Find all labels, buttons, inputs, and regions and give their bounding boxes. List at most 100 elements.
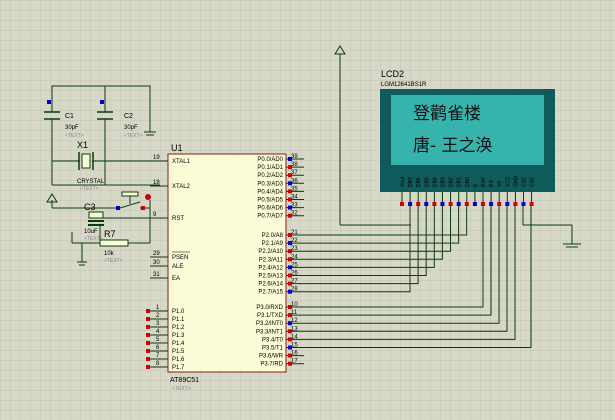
svg-text:P0.1/AD1: P0.1/AD1 [257,165,283,171]
svg-text:P0.2/AD2: P0.2/AD2 [257,173,283,179]
svg-text:CS2: CS2 [522,177,528,187]
svg-text:DB3: DB3 [441,177,447,187]
svg-text:37: 37 [291,170,298,176]
lcd-line1: 登鹳雀楼 [413,104,481,124]
svg-text:P3.7/RD: P3.7/RD [260,362,283,368]
schematic-canvas[interactable]: C1 30pF <TEXT> C2 30pF <TEXT> X1 CRYSTAL… [0,0,615,420]
svg-text:30: 30 [153,260,160,266]
svg-text:13: 13 [291,326,298,332]
svg-text:P0.7/AD7: P0.7/AD7 [257,214,283,220]
c1-value: 30pF [65,125,79,131]
svg-text:P2.3/A11: P2.3/A11 [259,257,284,263]
svg-text:P3.1/TXD: P3.1/TXD [257,313,284,319]
svg-text:23: 23 [291,246,298,252]
svg-text:P1.0: P1.0 [172,309,185,315]
svg-text:P0.6/AD6: P0.6/AD6 [257,206,283,212]
svg-text:VCC: VCC [505,176,511,187]
svg-text:P2.0/A8: P2.0/A8 [262,233,284,239]
svg-text:36: 36 [291,178,298,184]
r7-tag: <TEXT> [104,258,123,264]
lcd-module[interactable]: LCD2 LGM12641BS1R 登鹳雀楼 唐- 王之涣 Vout DB7 DB6… [380,69,555,206]
svg-text:DB0: DB0 [465,177,471,187]
lcd-line2: 唐- 王之涣 [413,135,493,156]
svg-text:DB6: DB6 [416,177,422,187]
svg-text:R/W: R/W [481,177,487,187]
svg-text:35: 35 [291,186,298,192]
svg-text:P1.2: P1.2 [172,325,185,331]
svg-text:EA: EA [172,276,180,282]
svg-text:Vout: Vout [400,176,406,187]
svg-text:38: 38 [291,162,298,168]
c3-value: 10uF [84,229,98,235]
svg-text:DB2: DB2 [449,177,455,187]
mcu-at89c51[interactable]: U1 19XTAL118XTAL29RST29PSEN30ALE31EA1P1.… [146,143,304,392]
svg-text:P2.2/A10: P2.2/A10 [258,249,283,255]
svg-text:GND: GND [513,176,519,188]
svg-text:33: 33 [291,203,298,209]
svg-text:31: 31 [153,272,160,278]
svg-text:15: 15 [291,343,298,349]
svg-text:22: 22 [291,238,298,244]
x1-ref: X1 [77,140,88,150]
svg-text:DB5: DB5 [424,177,430,187]
svg-text:P1.7: P1.7 [172,365,185,371]
svg-text:V0: V0 [497,181,503,187]
mcu-part: AT89C51 [170,377,199,384]
svg-text:27: 27 [291,279,298,285]
svg-text:ALE: ALE [172,264,183,270]
svg-text:26: 26 [291,271,298,277]
lcd-ref: LCD2 [381,69,404,79]
svg-text:PSEN: PSEN [172,255,188,261]
svg-text:P3.0/RXD: P3.0/RXD [256,305,283,311]
c2-tag: <TEXT> [124,133,143,139]
svg-text:P3.6/WR: P3.6/WR [259,354,284,360]
svg-text:P1.1: P1.1 [172,317,185,323]
svg-text:P3.5/T1: P3.5/T1 [262,346,284,352]
svg-text:RST: RST [172,216,184,222]
mcu-tag: <TEXT> [172,386,191,392]
svg-text:P1.4: P1.4 [172,341,185,347]
svg-text:CS1: CS1 [530,177,536,187]
svg-text:P1.3: P1.3 [172,333,185,339]
svg-text:11: 11 [291,310,298,316]
svg-text:P0.4/AD4: P0.4/AD4 [257,189,283,195]
x1-tag: <TEXT> [80,186,99,192]
svg-text:P0.3/AD3: P0.3/AD3 [257,181,283,187]
c2-value: 30pF [124,125,138,131]
svg-text:24: 24 [291,254,298,260]
c3-ref: C3 [84,202,96,212]
svg-text:32: 32 [291,211,298,217]
svg-text:18: 18 [153,180,160,186]
r7-value: 10k [104,251,115,257]
svg-text:P1.5: P1.5 [172,349,185,355]
svg-text:25: 25 [291,262,298,268]
c1-ref: C1 [65,113,74,120]
svg-text:19: 19 [153,155,160,161]
r7-ref: R7 [104,229,116,239]
svg-text:P2.4/A12: P2.4/A12 [258,265,283,271]
svg-text:P3.4/T0: P3.4/T0 [262,337,284,343]
svg-text:10: 10 [291,302,298,308]
svg-text:P0.5/AD5: P0.5/AD5 [257,198,283,204]
svg-text:P3.3/INT1: P3.3/INT1 [256,329,284,335]
x1-value: CRYSTAL [77,179,105,185]
svg-text:12: 12 [291,318,298,324]
lcd-part: LGM12641BS1R [381,82,427,88]
svg-text:21: 21 [291,230,298,236]
svg-text:DB4: DB4 [432,177,438,187]
svg-text:P0.0/AD0: P0.0/AD0 [257,157,283,163]
svg-text:28: 28 [291,287,298,293]
mcu-ref: U1 [171,143,183,153]
svg-text:DB7: DB7 [408,177,414,187]
svg-text:39: 39 [291,154,298,160]
svg-text:14: 14 [291,334,298,340]
svg-text:DB1: DB1 [457,177,463,187]
svg-text:P2.5/A13: P2.5/A13 [258,274,283,280]
svg-text:XTAL1: XTAL1 [172,159,191,165]
svg-text:34: 34 [291,195,298,201]
svg-text:16: 16 [291,351,298,357]
svg-text:P2.6/A14: P2.6/A14 [258,282,283,288]
svg-text:P3.2/INT0: P3.2/INT0 [256,321,284,327]
svg-text:29: 29 [153,251,160,257]
c2-ref: C2 [124,113,133,120]
